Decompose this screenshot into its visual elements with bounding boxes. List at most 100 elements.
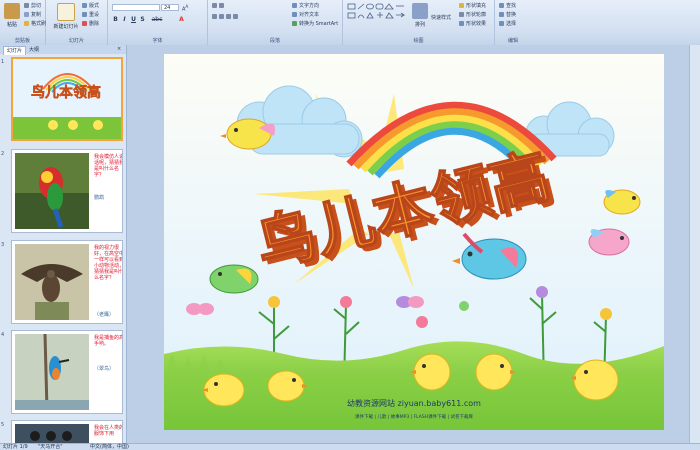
shape-effects-icon <box>459 21 464 26</box>
select-icon <box>499 21 504 26</box>
align-text-icon <box>292 12 297 17</box>
slides-group: 新建幻灯片 版式 重设 删除 幻灯片 <box>46 0 108 45</box>
reset-icon <box>82 12 87 17</box>
bullets-button[interactable] <box>212 3 226 9</box>
smartart-icon <box>292 21 297 26</box>
numbering-icon <box>219 3 224 8</box>
new-slide-icon <box>57 3 75 21</box>
slide-number: 5 <box>1 422 5 428</box>
find-icon <box>499 3 504 8</box>
thumbnail-title: 鸟儿本领高 <box>31 84 101 101</box>
find-button[interactable]: 查找 <box>499 2 516 9</box>
align-left-icon <box>212 14 217 19</box>
editing-group-label: 编辑 <box>507 38 518 44</box>
font-group-label: 字体 <box>152 38 163 44</box>
font-group: 24 AA B I U S abc A 字体 <box>108 0 208 45</box>
font-size-select[interactable]: 24 <box>161 4 179 11</box>
kingfisher-photo <box>15 334 89 410</box>
clipboard-group: 粘贴 剪切 复制 格式刷 剪贴板 <box>0 0 46 45</box>
close-pane-icon[interactable]: × <box>117 46 121 52</box>
eagle-photo <box>15 244 89 320</box>
select-button[interactable]: 选择 <box>499 20 516 27</box>
new-slide-button[interactable]: 新建幻灯片 <box>52 3 80 30</box>
underline-button[interactable]: U <box>130 16 137 23</box>
slide-thumbnail-4[interactable]: 我是捕鱼的高手哟。 （翠鸟） <box>11 330 123 414</box>
slide-3-text: 我的视力很好，在高空中一样可以看到小动物活动，猜猜我是叫什么名字？ <box>94 245 123 281</box>
font-name-select[interactable] <box>112 4 160 11</box>
align-center-icon <box>219 14 224 19</box>
footer-links: 课件下载 | 儿歌 | 故事MP3 | FLASH课件下载 | 试卷下载库 <box>355 413 473 420</box>
pink-bird-right <box>588 228 630 256</box>
grow-font-button[interactable]: AA <box>182 4 188 13</box>
slides-pane: 幻灯片 大纲 × 1 鸟儿本领高 2 我会模仿人说话呢，猜猜我是叫什么名字？ 鹦… <box>0 45 127 443</box>
slide-number: 1 <box>1 59 5 65</box>
drawing-group-label: 绘图 <box>413 38 424 44</box>
slide-5-photo <box>15 424 89 443</box>
smartart-button[interactable]: 转换为 SmartArt <box>292 20 338 27</box>
slide-thumbnail-3[interactable]: 我的视力很好，在高空中一样可以看到小动物活动，猜猜我是叫什么名字？ （老鹰） <box>11 240 123 324</box>
vertical-scrollbar[interactable] <box>689 45 700 443</box>
slide-3-answer: （老鹰） <box>94 312 115 318</box>
green-bird <box>209 264 259 294</box>
delete-slide-button[interactable]: 删除 <box>82 20 99 27</box>
align-right-icon <box>226 14 231 19</box>
paste-button[interactable]: 粘贴 <box>1 3 23 28</box>
cut-button[interactable]: 剪切 <box>24 2 41 9</box>
layout-button[interactable]: 版式 <box>82 2 99 9</box>
text-direction-icon <box>292 3 297 8</box>
bold-button[interactable]: B <box>112 16 119 23</box>
layout-icon <box>82 3 87 8</box>
slide-thumbnail-5[interactable]: 我会在人类的服饰下用 <box>11 420 123 443</box>
text-direction-button[interactable]: 文字方向 <box>292 2 319 9</box>
slide-2-answer: 鹦鹉 <box>94 195 105 201</box>
thumbnail-1-preview: 鸟儿本领高 <box>13 59 121 139</box>
shape-effects-button[interactable]: 形状效果 <box>459 20 486 27</box>
align-buttons[interactable] <box>212 14 240 20</box>
slide-number: 4 <box>1 332 5 338</box>
slides-group-label: 幻灯片 <box>68 38 84 44</box>
arrange-icon <box>412 3 428 19</box>
bullets-icon <box>212 3 217 8</box>
tab-slides[interactable]: 幻灯片 <box>3 46 27 55</box>
ribbon: 粘贴 剪切 复制 格式刷 剪贴板 新建幻灯片 版式 重设 删除 幻灯片 24 A… <box>0 0 700 46</box>
slide-counter: 幻灯片 1/9 <box>3 444 28 450</box>
shape-outline-button[interactable]: 形状轮廓 <box>459 11 486 18</box>
format-painter-icon <box>24 21 29 26</box>
slide-4-answer: （翠鸟） <box>94 366 115 372</box>
cut-icon <box>24 3 29 8</box>
clipboard-group-label: 剪贴板 <box>14 38 30 44</box>
current-slide[interactable]: 鸟儿本领高 鸟儿本领高 幼教资源网站 ziyuan.baby611.com 课件… <box>164 54 664 430</box>
replace-button[interactable]: 替换 <box>499 11 516 18</box>
shapes-gallery[interactable] <box>347 3 407 27</box>
justify-icon <box>233 14 238 19</box>
font-color-button[interactable]: A <box>178 16 185 23</box>
format-painter-button[interactable]: 格式刷 <box>24 20 46 27</box>
align-text-button[interactable]: 对齐文本 <box>292 11 319 18</box>
replace-icon <box>499 12 504 17</box>
slide-editing-area: 鸟儿本领高 鸟儿本领高 幼教资源网站 ziyuan.baby611.com 课件… <box>127 45 700 443</box>
paste-icon <box>4 3 20 19</box>
italic-button[interactable]: I <box>121 16 128 23</box>
slide-thumbnail-2[interactable]: 我会模仿人说话呢，猜猜我是叫什么名字？ 鹦鹉 <box>11 149 123 233</box>
slide-number: 3 <box>1 242 5 248</box>
shape-fill-button[interactable]: 形状填充 <box>459 2 486 9</box>
shadow-button[interactable]: S <box>139 16 146 23</box>
quick-styles-button[interactable]: 快速样式 <box>431 14 451 21</box>
shape-fill-icon <box>459 3 464 8</box>
drawing-group: 排列 快速样式 形状填充 形状轮廓 形状效果 绘图 <box>343 0 495 45</box>
parrot-photo <box>15 153 89 229</box>
language-indicator: 中文(简体，中国) <box>90 444 129 450</box>
copy-button[interactable]: 复制 <box>24 11 41 18</box>
editing-group: 查找 替换 选择 编辑 <box>495 0 531 45</box>
theme-name: "天马开合" <box>38 444 63 450</box>
arrange-button[interactable]: 排列 <box>409 3 431 28</box>
reset-button[interactable]: 重设 <box>82 11 99 18</box>
tab-outline[interactable]: 大纲 <box>26 46 42 54</box>
slide-number: 2 <box>1 151 5 157</box>
site-watermark-text: 幼教资源网站 ziyuan.baby611.com <box>347 398 481 408</box>
slide-thumbnail-1[interactable]: 鸟儿本领高 <box>11 57 123 141</box>
strikethrough-button[interactable]: abc <box>150 16 164 23</box>
pane-tabs: 幻灯片 大纲 × <box>0 45 126 55</box>
copy-icon <box>24 12 29 17</box>
slide-canvas: 鸟儿本领高 鸟儿本领高 幼教资源网站 ziyuan.baby611.com 课件… <box>164 54 664 430</box>
